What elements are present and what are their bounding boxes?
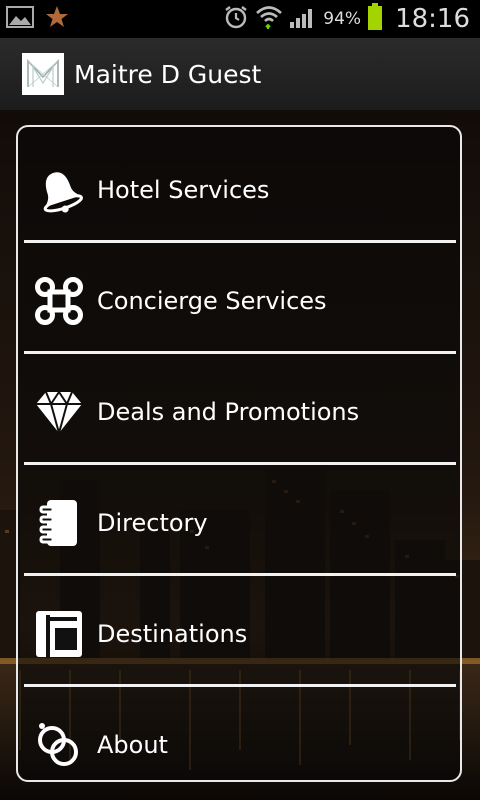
battery-percent: 94% bbox=[323, 9, 362, 29]
menu-item-hotel-services[interactable]: Hotel Services bbox=[24, 135, 454, 244]
diamond-icon bbox=[34, 387, 84, 437]
clock: 18:16 bbox=[395, 4, 470, 34]
alarm-icon bbox=[223, 4, 249, 34]
menu-item-deals-and-promotions[interactable]: Deals and Promotions bbox=[24, 357, 454, 466]
signal-icon bbox=[289, 5, 317, 33]
divider bbox=[24, 684, 456, 687]
notebook-icon bbox=[34, 498, 84, 548]
menu-item-destinations[interactable]: Destinations bbox=[24, 579, 454, 688]
menu-label: Destinations bbox=[97, 619, 248, 648]
menu-label: About bbox=[97, 730, 168, 759]
layout-icon bbox=[34, 609, 84, 659]
app-logo-icon bbox=[22, 53, 64, 95]
menu-item-about[interactable]: About bbox=[24, 690, 454, 799]
rings-icon bbox=[34, 720, 84, 770]
menu-item-directory[interactable]: Directory bbox=[24, 468, 454, 577]
wifi-icon bbox=[255, 4, 283, 34]
gallery-icon bbox=[6, 5, 34, 33]
menu-label: Deals and Promotions bbox=[97, 397, 360, 426]
battery-icon bbox=[367, 3, 383, 35]
divider bbox=[24, 240, 456, 243]
app-bar: Maitre D Guest bbox=[0, 38, 480, 111]
divider bbox=[24, 462, 456, 465]
divider bbox=[24, 351, 456, 354]
star-icon bbox=[44, 4, 70, 34]
status-bar: 94% 18:16 bbox=[0, 0, 480, 38]
menu-item-concierge-services[interactable]: Concierge Services bbox=[24, 246, 454, 355]
bell-icon bbox=[34, 165, 84, 215]
command-icon bbox=[34, 276, 84, 326]
menu-label: Directory bbox=[97, 508, 208, 537]
app-title: Maitre D Guest bbox=[74, 59, 262, 89]
menu-label: Concierge Services bbox=[97, 286, 327, 315]
divider bbox=[24, 573, 456, 576]
menu-panel: Hotel Services Concierge Services Deals … bbox=[16, 125, 462, 782]
menu-label: Hotel Services bbox=[97, 175, 270, 204]
